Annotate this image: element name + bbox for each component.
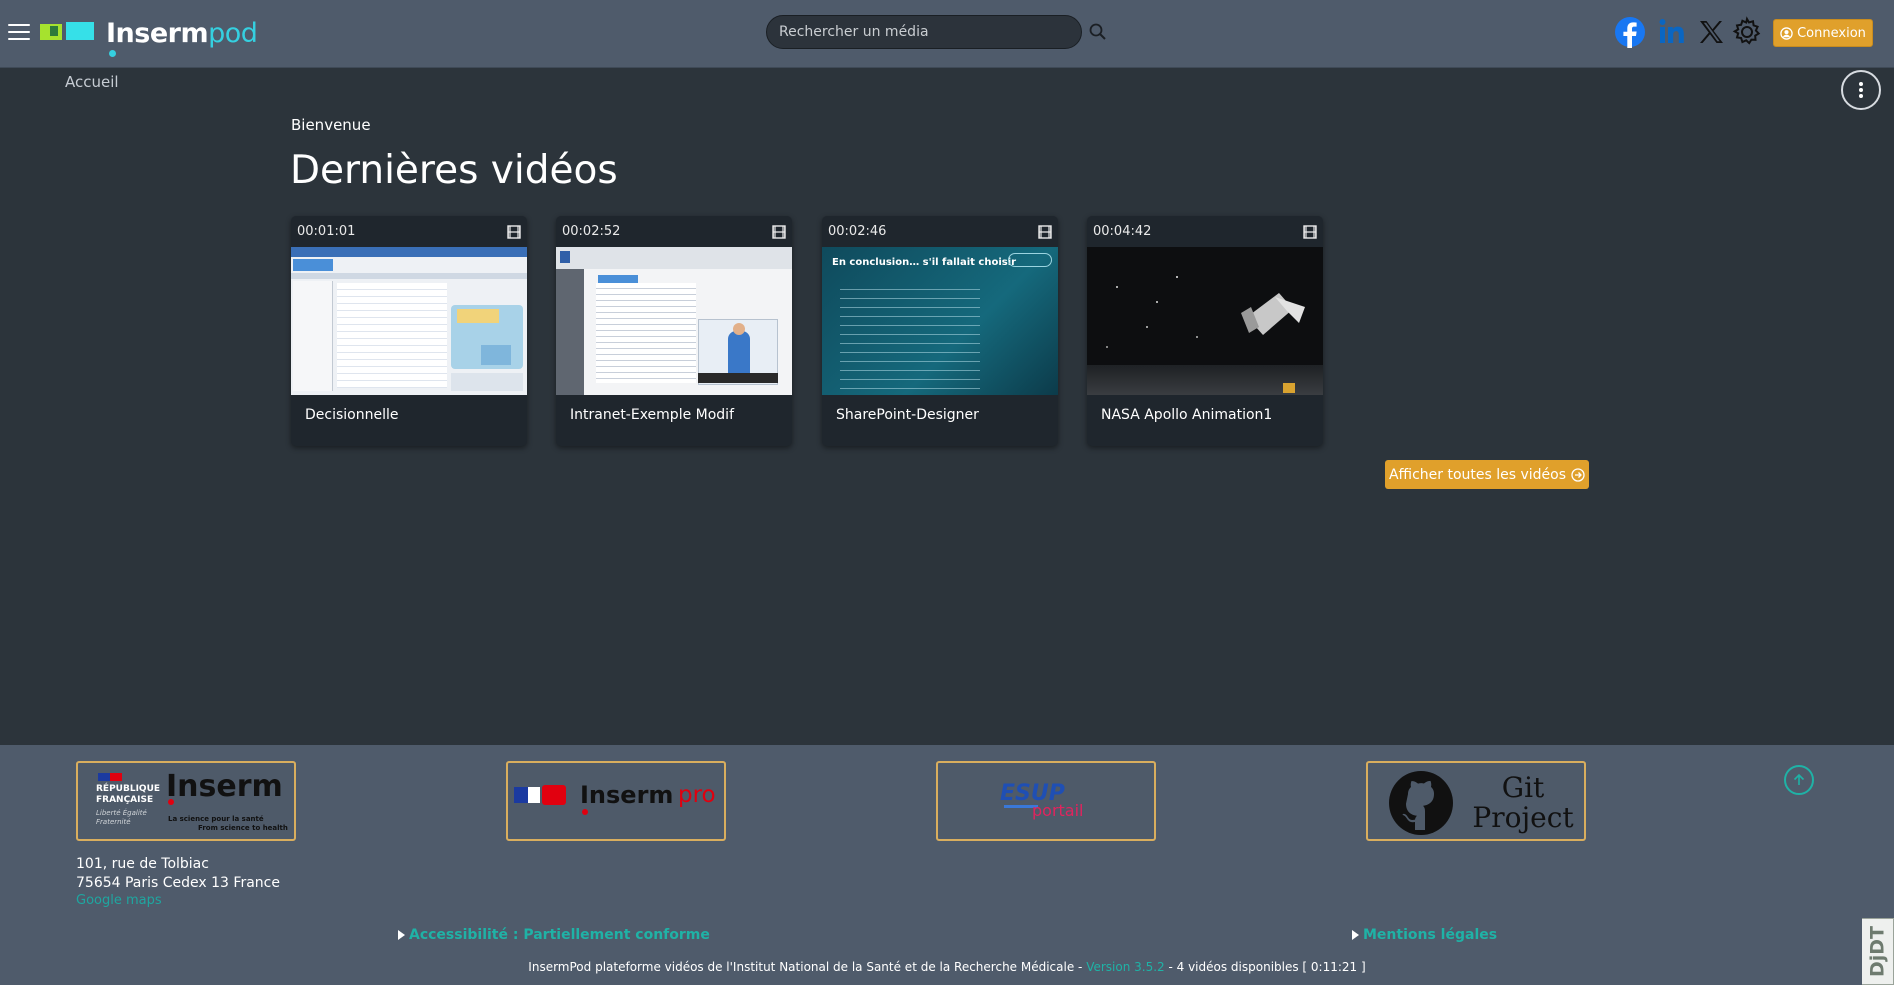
- video-card-nasa-apollo[interactable]: 00:04:42 NASA Apollo Animation1: [1087, 216, 1323, 446]
- video-duration: 00:01:01: [297, 224, 356, 239]
- partner-esup-portail-logo[interactable]: ESUP portail: [936, 761, 1156, 841]
- logo-mark-icon: [38, 20, 96, 46]
- apollo-spacecraft-icon: [1106, 276, 1305, 393]
- film-icon: [507, 224, 521, 239]
- inserm-tagline-fr: La science pour la santé: [168, 815, 264, 823]
- video-card-sharepoint[interactable]: 00:02:46 En conclusion… s'il fallait cho…: [822, 216, 1058, 446]
- facebook-icon[interactable]: [1614, 16, 1646, 48]
- video-card-header: 00:04:42: [1087, 216, 1323, 247]
- show-all-videos-label: Afficher toutes les vidéos: [1388, 466, 1567, 483]
- logo-pod: pod: [208, 17, 258, 49]
- partner-inserm-logo[interactable]: RÉPUBLIQUE FRANÇAISE Liberté Égalité Fra…: [76, 761, 296, 841]
- back-to-top-button[interactable]: [1784, 765, 1814, 795]
- film-icon: [772, 224, 786, 239]
- search-form: [766, 15, 1082, 49]
- video-duration: 00:02:52: [562, 224, 621, 239]
- django-debug-toolbar-handle[interactable]: DjDT: [1862, 918, 1894, 985]
- legal-notice-link[interactable]: Mentions légales: [1352, 927, 1497, 943]
- caret-right-icon: [398, 930, 405, 940]
- video-card-decisionnelle[interactable]: 00:01:01 Decisionnelle: [291, 216, 527, 446]
- postal-address: 101, rue de Tolbiac 75654 Paris Cedex 13…: [76, 855, 280, 893]
- project-label: Project: [1472, 801, 1574, 834]
- copyright-line: InsermPod plateforme vidéos de l'Institu…: [0, 960, 1894, 974]
- menu-icon[interactable]: [8, 24, 30, 42]
- republique-motto: Liberté Égalité Fraternité: [96, 809, 147, 826]
- copyright-suffix: - 4 vidéos disponibles [ 0:11:21 ]: [1164, 960, 1366, 974]
- address-line-2: 75654 Paris Cedex 13 France: [76, 875, 280, 891]
- search-input[interactable]: [766, 15, 1082, 49]
- x-twitter-icon[interactable]: [1695, 16, 1727, 48]
- linkedin-icon[interactable]: [1656, 16, 1688, 48]
- video-thumbnail[interactable]: [1087, 247, 1323, 395]
- address-line-1: 101, rue de Tolbiac: [76, 856, 209, 872]
- version-link[interactable]: Version 3.5.2: [1086, 960, 1164, 974]
- accessibility-link[interactable]: Accessibilité : Partiellement conforme: [398, 927, 710, 943]
- video-card-header: 00:02:46: [822, 216, 1058, 247]
- partner-insermpro-logo[interactable]: Inserm pro: [506, 761, 726, 841]
- kebab-menu-icon: [1859, 82, 1863, 98]
- top-navbar: Insermpod Connexion: [0, 0, 1894, 68]
- google-maps-link[interactable]: Google maps: [76, 893, 162, 908]
- insermpro-pro-label: pro: [678, 782, 716, 808]
- search-icon[interactable]: [1088, 22, 1108, 42]
- insermpro-wordmark: Inserm: [580, 781, 674, 809]
- arrow-up-icon: [1793, 773, 1805, 785]
- video-title[interactable]: NASA Apollo Animation1: [1087, 395, 1323, 435]
- gear-icon[interactable]: [1731, 16, 1763, 48]
- logo-text: Insermpod: [106, 17, 258, 57]
- logo-inserm: Inserm: [106, 17, 209, 49]
- video-card-intranet[interactable]: 00:02:52 Intranet-Exemple Modif: [556, 216, 792, 446]
- thumbnail-heading: En conclusion… s'il fallait choisir: [832, 257, 1017, 268]
- esup-portail-label: portail: [1032, 801, 1084, 820]
- republique-francaise-label: RÉPUBLIQUE FRANÇAISE: [96, 784, 161, 805]
- site-logo[interactable]: Insermpod: [38, 14, 258, 57]
- video-duration: 00:02:46: [828, 224, 887, 239]
- page-title: Dernières vidéos: [290, 148, 618, 193]
- logo-dot: [109, 49, 116, 57]
- video-thumbnail[interactable]: [291, 247, 527, 395]
- caret-right-icon: [1352, 930, 1359, 940]
- breadcrumb-home[interactable]: Accueil: [65, 73, 119, 91]
- footer: RÉPUBLIQUE FRANÇAISE Liberté Égalité Fra…: [0, 745, 1894, 985]
- login-button[interactable]: Connexion: [1773, 19, 1873, 47]
- more-options-button[interactable]: [1841, 70, 1881, 110]
- arrow-right-circle-icon: [1571, 467, 1585, 482]
- video-card-header: 00:02:52: [556, 216, 792, 247]
- video-card-header: 00:01:01: [291, 216, 527, 247]
- welcome-text: Bienvenue: [291, 116, 371, 134]
- video-title[interactable]: Intranet-Exemple Modif: [556, 395, 792, 435]
- accessibility-label: Accessibilité : Partiellement conforme: [409, 927, 710, 943]
- film-icon: [1303, 224, 1317, 239]
- video-thumbnail[interactable]: En conclusion… s'il fallait choisir: [822, 247, 1058, 395]
- video-duration: 00:04:42: [1093, 224, 1152, 239]
- partner-git-project-logo[interactable]: Git Project: [1366, 761, 1586, 841]
- video-title[interactable]: SharePoint-Designer: [822, 395, 1058, 435]
- legal-notice-label: Mentions légales: [1363, 927, 1498, 943]
- user-circle-icon: [1780, 26, 1793, 40]
- github-icon: [1389, 771, 1453, 835]
- inserm-tagline-en: From science to health: [198, 824, 288, 832]
- show-all-videos-button[interactable]: Afficher toutes les vidéos: [1385, 460, 1589, 489]
- video-thumbnail[interactable]: [556, 247, 792, 395]
- login-label: Connexion: [1797, 25, 1866, 41]
- inserm-wordmark: Inserm: [166, 769, 283, 804]
- video-title[interactable]: Decisionnelle: [291, 395, 527, 435]
- git-label: Git: [1501, 771, 1545, 804]
- copyright-prefix: InsermPod plateforme vidéos de l'Institu…: [528, 960, 1087, 974]
- film-icon: [1038, 224, 1052, 239]
